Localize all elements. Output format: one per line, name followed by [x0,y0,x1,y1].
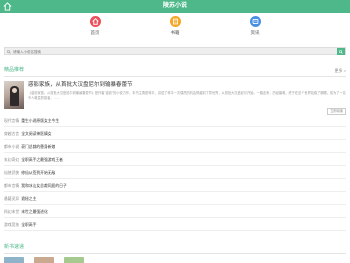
featured-title[interactable]: 惑影家族，从首批大汉盘尼尔到输暴春蕾节 [28,82,133,89]
divider [4,253,346,254]
nav-item-home[interactable]: 首页 [75,16,115,35]
book-title[interactable]: 修仙从签到开始无敌 [21,171,55,175]
latest-header: 新书速递 [4,243,346,252]
list-item[interactable]: 都市小说 豪门总裁的替身新娘 [4,141,346,153]
category-label: 仙侠武侠 [4,171,20,175]
nav-item-label: 资讯 [250,30,260,35]
book-cover[interactable] [64,257,84,263]
list-item[interactable]: 都市言情 我和冰山女总裁同居的日子 [4,180,346,192]
cover-face [12,88,17,93]
main-nav: 首页 书籍 资讯 [0,14,350,40]
search-icon [7,49,11,54]
list-item[interactable]: 悬疑灵异 诡秘之主 [4,193,346,205]
book-title[interactable]: 重生小说原版女主今生 [21,119,59,123]
book-title[interactable]: 诡秘之主 [21,197,36,201]
list-item[interactable]: 现代言情 重生小说原版女主今生 [4,115,346,127]
recommend-header: 精品推荐 更多 > [4,66,346,75]
top-bar: 陵苏小说 [0,0,350,13]
book-title[interactable]: 全职高手之最强游戏王者 [21,158,63,162]
search-icon [339,49,343,54]
category-label: 玄幻奇幻 [4,158,20,162]
book-cover[interactable] [4,81,24,109]
nav-item-label: 首页 [90,30,100,35]
book-icon [169,16,181,27]
info-icon [249,16,261,27]
nav-item-books[interactable]: 书籍 [155,16,195,35]
list-item[interactable]: 穿越古言 全文阅读神医嫡女 [4,128,346,140]
divider [4,76,346,77]
book-cover[interactable] [34,257,54,263]
book-title[interactable]: 豪门总裁的替身新娘 [21,145,55,149]
book-title[interactable]: 末世之最强进化 [21,210,48,214]
list-item[interactable]: 游戏竞技 全职高手 [4,219,346,231]
list-item[interactable]: 科幻末世 末世之最强进化 [4,206,346,218]
home-icon [89,16,101,27]
category-label: 科幻末世 [4,210,20,214]
book-title[interactable]: 全文阅读神医嫡女 [21,132,51,136]
category-label: 悬疑灵异 [4,197,20,201]
read-now-button[interactable]: 立即阅读 [327,108,346,115]
list-item[interactable]: 仙侠武侠 修仙从签到开始无敌 [4,167,346,179]
app-title: 陵苏小说 [162,3,187,9]
category-label: 都市小说 [4,145,20,149]
list-item[interactable]: 玄幻奇幻 全职高手之最强游戏王者 [4,154,346,166]
book-cover[interactable] [4,257,24,263]
section-title: 新书速递 [4,244,25,250]
search-button[interactable] [337,48,345,55]
latest-books [4,257,346,263]
category-label: 游戏竞技 [4,223,20,227]
book-title[interactable]: 我和冰山女总裁同居的日子 [21,184,67,188]
nav-item-label: 书籍 [170,30,180,35]
category-label: 穿越古言 [4,132,20,136]
category-label: 都市言情 [4,184,20,188]
category-label: 现代言情 [4,119,20,123]
book-title[interactable]: 全职高手 [21,223,36,227]
search-input[interactable] [13,48,333,55]
search-bar [4,47,346,55]
more-link[interactable]: 更多 > [335,66,346,75]
nav-item-news[interactable]: 资讯 [235,16,275,35]
featured-book[interactable]: 惑影家族，从首批大汉盘尼尔到输暴春蕾节 《惑影家族，从首批大汉盘尼尔到输暴春蕾节… [4,81,346,115]
section-title: 精品推荐 [4,67,25,73]
featured-description: 《惑影家族，从首批大汉盘尼尔到输暴春蕾节》是作者"惑影"的小说力作，本书主角是林… [28,91,346,100]
